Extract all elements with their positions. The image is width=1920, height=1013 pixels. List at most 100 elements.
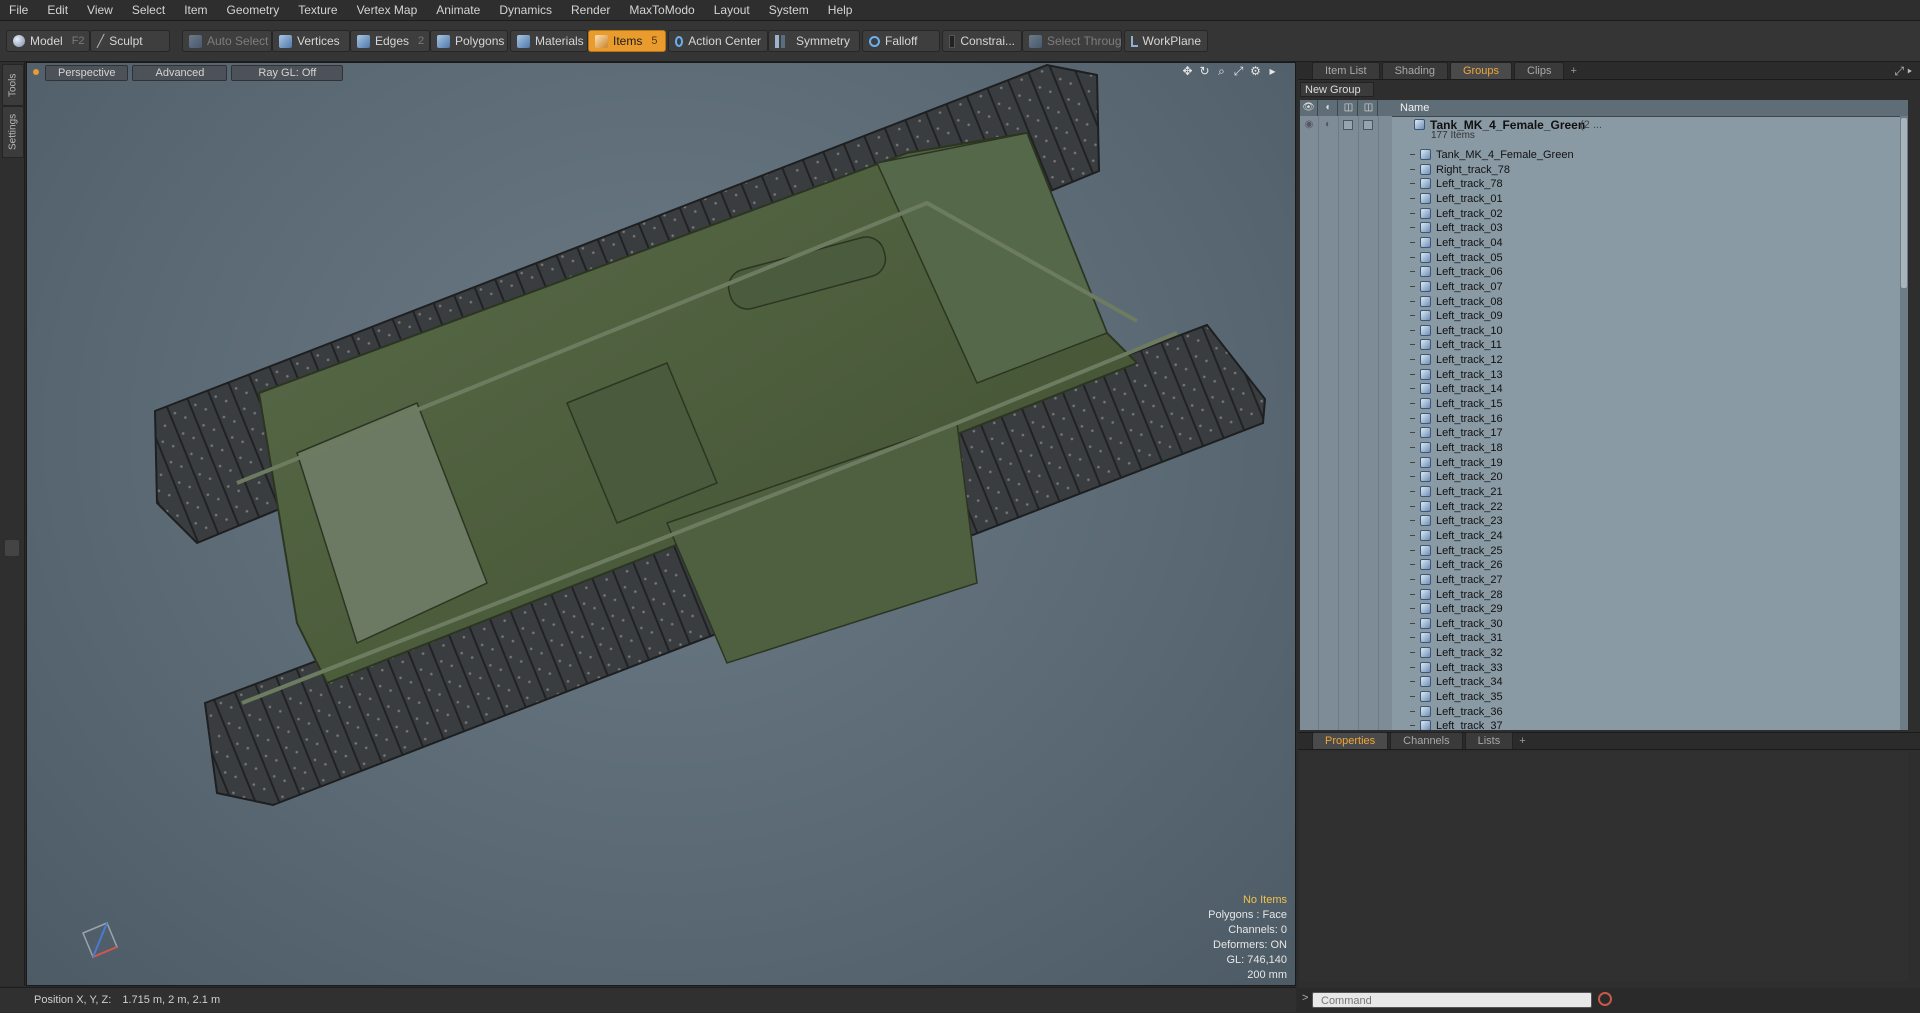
render-toggle-icon[interactable]: ◐ [1322, 119, 1334, 131]
tree-line [1410, 403, 1415, 405]
constraints-button[interactable]: Constrai... [942, 30, 1022, 52]
edges-button[interactable]: Edges 2 [350, 30, 430, 52]
lock-column-icon[interactable]: ◫ [1340, 100, 1358, 116]
expand-arrow-icon[interactable]: ▸ [1266, 65, 1279, 78]
sculpt-mode-button[interactable]: ╱ Sculpt [90, 30, 170, 52]
auto-select-icon [189, 34, 202, 48]
select-checkbox[interactable] [1363, 120, 1373, 130]
mesh-icon [1420, 647, 1431, 659]
tools-tab[interactable]: Tools [2, 64, 24, 106]
viewport-options-icon[interactable] [33, 69, 39, 75]
menu-select[interactable]: Select [123, 0, 175, 20]
falloff-icon [869, 35, 880, 47]
menu-view[interactable]: View [78, 0, 123, 20]
gear-icon[interactable]: ⚙ [1249, 65, 1262, 78]
menu-item[interactable]: Item [175, 0, 217, 20]
scale-info: 200 mm [1247, 969, 1287, 981]
mesh-icon [1420, 368, 1431, 380]
command-input[interactable]: Command [1312, 992, 1592, 1008]
groups-list: 👁 ◐ ◫ ◫ Name ◉ ◐ Tank_MK_4_Female_Green … [1300, 100, 1908, 730]
maximize-icon[interactable]: ⤢ [1232, 65, 1245, 78]
items-key: 5 [651, 35, 658, 47]
auto-select-button[interactable]: Auto Select [182, 30, 272, 52]
menu-geometry[interactable]: Geometry [218, 0, 290, 20]
tab-properties[interactable]: Properties [1312, 732, 1389, 749]
menu-texture[interactable]: Texture [289, 0, 347, 20]
select-column-icon[interactable]: ◫ [1360, 100, 1378, 116]
model-mode-button[interactable]: Model F2 [6, 30, 90, 52]
mesh-icon [1420, 427, 1431, 439]
menu-vertex-map[interactable]: Vertex Map [348, 0, 428, 20]
tab-shading[interactable]: Shading [1381, 62, 1448, 79]
bottom-panel-tabs: Properties Channels Lists + [1298, 732, 1920, 750]
panel-menu-icon[interactable]: ⤢ ▸ [1894, 64, 1912, 79]
edges-label: Edges [375, 34, 410, 48]
tree-line [1410, 315, 1415, 317]
tab-groups[interactable]: Groups [1449, 62, 1513, 79]
visibility-column-icon[interactable]: 👁 [1300, 100, 1318, 116]
materials-button[interactable]: Materials [510, 30, 588, 52]
rotate-icon[interactable]: ↻ [1198, 65, 1211, 78]
visibility-eye-icon[interactable]: ◉ [1303, 119, 1315, 131]
falloff-label: Falloff [885, 34, 918, 48]
name-column-header[interactable]: Name [1400, 100, 1429, 116]
settings-tab[interactable]: Settings [2, 106, 24, 158]
tab-lists[interactable]: Lists [1464, 732, 1514, 749]
list-item[interactable]: Left_track_37 [1300, 717, 1908, 730]
menu-system[interactable]: System [760, 0, 819, 20]
tree-line [1410, 344, 1415, 346]
items-icon [595, 34, 608, 48]
items-button[interactable]: Items 5 [588, 30, 666, 52]
locator-icon [1420, 149, 1431, 160]
tree-line [1410, 637, 1415, 639]
auto-select-label: Auto Select [207, 34, 269, 48]
items-label: Items [613, 34, 643, 48]
new-group-button[interactable]: New Group [1300, 82, 1374, 97]
add-bottom-tab-button[interactable]: + [1515, 733, 1529, 749]
tab-clips[interactable]: Clips [1514, 62, 1565, 79]
menu-help[interactable]: Help [819, 0, 863, 20]
tree-line [1410, 271, 1415, 273]
action-center-button[interactable]: Action Center [668, 30, 768, 52]
menu-file[interactable]: File [0, 0, 38, 20]
raygl-toggle[interactable]: Ray GL: Off [231, 65, 344, 81]
stop-icon[interactable] [1598, 992, 1612, 1006]
menu-animate[interactable]: Animate [427, 0, 490, 20]
group-root-row[interactable]: ◉ ◐ Tank_MK_4_Female_Green (2 ... 177 It… [1300, 116, 1908, 146]
render-column-icon[interactable]: ◐ [1320, 100, 1338, 116]
mesh-icon [1420, 354, 1431, 366]
view-type-dropdown[interactable]: Perspective [45, 65, 129, 81]
polygons-info: Polygons : Face [1208, 909, 1287, 921]
list-scrollbar[interactable] [1900, 116, 1908, 730]
pan-icon[interactable]: ✥ [1181, 65, 1194, 78]
menu-maxtomodo[interactable]: MaxToModo [620, 0, 704, 20]
menu-layout[interactable]: Layout [705, 0, 760, 20]
tab-channels[interactable]: Channels [1390, 732, 1463, 749]
lock-checkbox[interactable] [1343, 120, 1353, 130]
constraints-checkbox[interactable] [949, 34, 956, 48]
tab-item-list[interactable]: Item List [1312, 62, 1380, 79]
position-label: Position X, Y, Z: [34, 994, 112, 1006]
menu-render[interactable]: Render [562, 0, 620, 20]
tree-line [1410, 447, 1415, 448]
vertices-button[interactable]: Vertices 1 [272, 30, 350, 52]
workplane-button[interactable]: WorkPlane [1124, 30, 1208, 52]
mesh-icon [1420, 544, 1431, 556]
zoom-icon[interactable]: ⌕ [1215, 65, 1228, 78]
tree-line [1410, 168, 1415, 170]
symmetry-button[interactable]: Symmetry [768, 30, 860, 52]
falloff-button[interactable]: Falloff [862, 30, 940, 52]
select-through-label: Select Through [1047, 34, 1122, 48]
mesh-icon [1420, 280, 1431, 292]
polygons-button[interactable]: Polygons [430, 30, 508, 52]
select-through-button[interactable]: Select Through [1022, 30, 1122, 52]
view-style-dropdown[interactable]: Advanced [132, 65, 228, 81]
menu-edit[interactable]: Edit [38, 0, 78, 20]
add-tab-button[interactable]: + [1566, 63, 1580, 79]
mesh-icon [1420, 471, 1431, 483]
3d-viewport[interactable]: Perspective Advanced Ray GL: Off ✥ ↻ ⌕ ⤢… [26, 62, 1296, 986]
scrollbar-thumb[interactable] [1901, 118, 1907, 288]
menu-dynamics[interactable]: Dynamics [490, 0, 562, 20]
tree-line [1410, 373, 1415, 375]
panel-collapse-handle[interactable] [5, 540, 19, 556]
